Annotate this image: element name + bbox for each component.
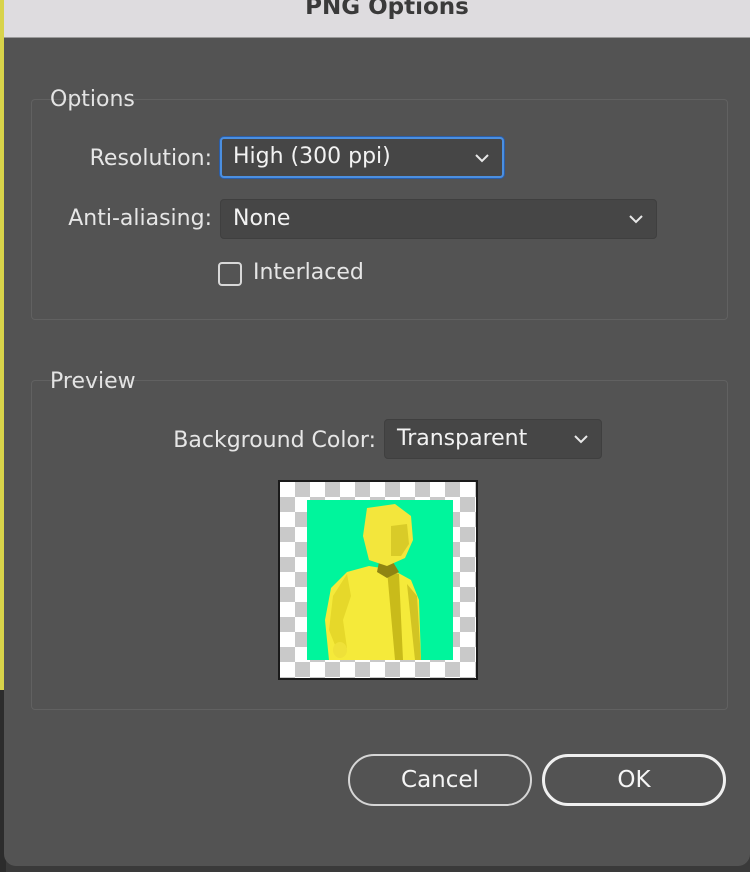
antialiasing-select[interactable]: None — [220, 199, 657, 239]
chevron-down-icon — [574, 435, 588, 444]
preview-group-label: Preview — [50, 369, 136, 394]
background-color-label: Background Color: — [173, 428, 376, 453]
options-group-label: Options — [50, 87, 135, 112]
window-title: PNG Options — [305, 0, 469, 20]
title-bar[interactable]: PNG Options — [4, 0, 750, 38]
preview-artwork — [307, 500, 453, 660]
resolution-value: High (300 ppi) — [233, 144, 391, 169]
antialiasing-label: Anti-aliasing: — [68, 206, 212, 231]
background-color-select[interactable]: Transparent — [384, 419, 602, 459]
antialiasing-value: None — [233, 206, 291, 231]
chevron-down-icon — [629, 215, 643, 224]
resolution-label: Resolution: — [89, 146, 212, 171]
chevron-down-icon — [475, 154, 489, 163]
interlaced-label[interactable]: Interlaced — [253, 260, 364, 285]
interlaced-checkbox[interactable] — [218, 262, 242, 286]
resolution-select[interactable]: High (300 ppi) — [220, 137, 504, 178]
cancel-button[interactable]: Cancel — [348, 754, 532, 806]
preview-thumbnail — [278, 480, 478, 680]
ok-button[interactable]: OK — [542, 754, 726, 806]
background-color-value: Transparent — [397, 426, 528, 451]
